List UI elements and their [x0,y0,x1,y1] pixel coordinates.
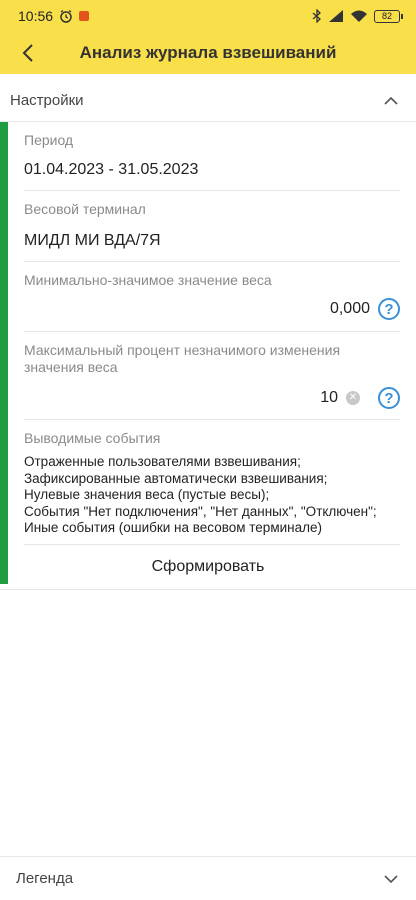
settings-section-toggle[interactable]: Настройки [0,80,416,122]
status-time: 10:56 [18,8,54,24]
max-percent-input[interactable]: 10 [320,389,338,407]
events-field[interactable]: Выводимые события Отраженные пользовател… [24,420,400,545]
event-item: Нулевые значения веса (пустые весы); [24,487,270,502]
min-weight-row: 0,000 ? [330,298,400,320]
status-right: 82 [312,9,403,23]
help-icon[interactable]: ? [378,298,400,320]
legend-title: Легенда [16,870,74,887]
max-percent-row: 10 ✕ ? [320,387,400,409]
legend-section-toggle[interactable]: Легенда [0,856,416,900]
page-title: Анализ журнала взвешиваний [79,43,337,62]
alarm-icon [60,9,72,23]
status-left: 10:56 [18,8,90,24]
help-icon[interactable]: ? [378,387,400,409]
events-list: Отраженные пользователями взвешивания; З… [24,454,402,537]
period-label: Период [24,132,74,148]
min-weight-label: Минимально-значимое значение веса [24,272,272,288]
chevron-left-icon [22,44,33,62]
period-field[interactable]: Период 01.04.2023 - 31.05.2023 [24,122,400,191]
terminal-label: Весовой терминал [24,201,146,217]
chevron-down-icon [384,874,398,883]
period-value: 01.04.2023 - 31.05.2023 [24,161,199,178]
max-percent-label: Максимальный процент незначимого изменен… [24,342,341,375]
chevron-up-icon [384,96,398,105]
battery-level: 82 [381,11,392,21]
max-percent-field: Максимальный процент незначимого изменен… [24,332,400,420]
event-item: Зафиксированные автоматически взвешивани… [24,470,328,486]
back-button[interactable] [14,39,42,67]
app-header: Анализ журнала взвешиваний [0,32,416,74]
min-weight-field: Минимально-значимое значение веса 0,000 … [24,262,400,332]
min-weight-input[interactable]: 0,000 [330,300,370,318]
settings-title: Настройки [10,92,84,109]
event-item: Отраженные пользователями взвешивания; [24,454,301,469]
battery-icon: 82 [374,9,403,23]
terminal-field[interactable]: Весовой терминал МИДЛ МИ ВДА/7Я [24,191,400,262]
wifi-icon [351,10,367,22]
event-item: События "Нет подключения", "Нет данных",… [24,503,377,519]
clear-icon[interactable]: ✕ [346,391,360,405]
app-notification-icon [79,11,90,21]
bluetooth-icon [312,9,321,23]
status-bar: 10:56 82 [0,0,416,32]
event-item: Иные события (ошибки на весовом терминал… [24,520,322,535]
terminal-value: МИДЛ МИ ВДА/7Я [24,232,161,249]
signal-icon [329,10,343,22]
form-report-button[interactable]: Сформировать [0,545,416,590]
settings-content: Период 01.04.2023 - 31.05.2023 Весовой т… [0,122,416,590]
events-label: Выводимые события [24,430,161,446]
